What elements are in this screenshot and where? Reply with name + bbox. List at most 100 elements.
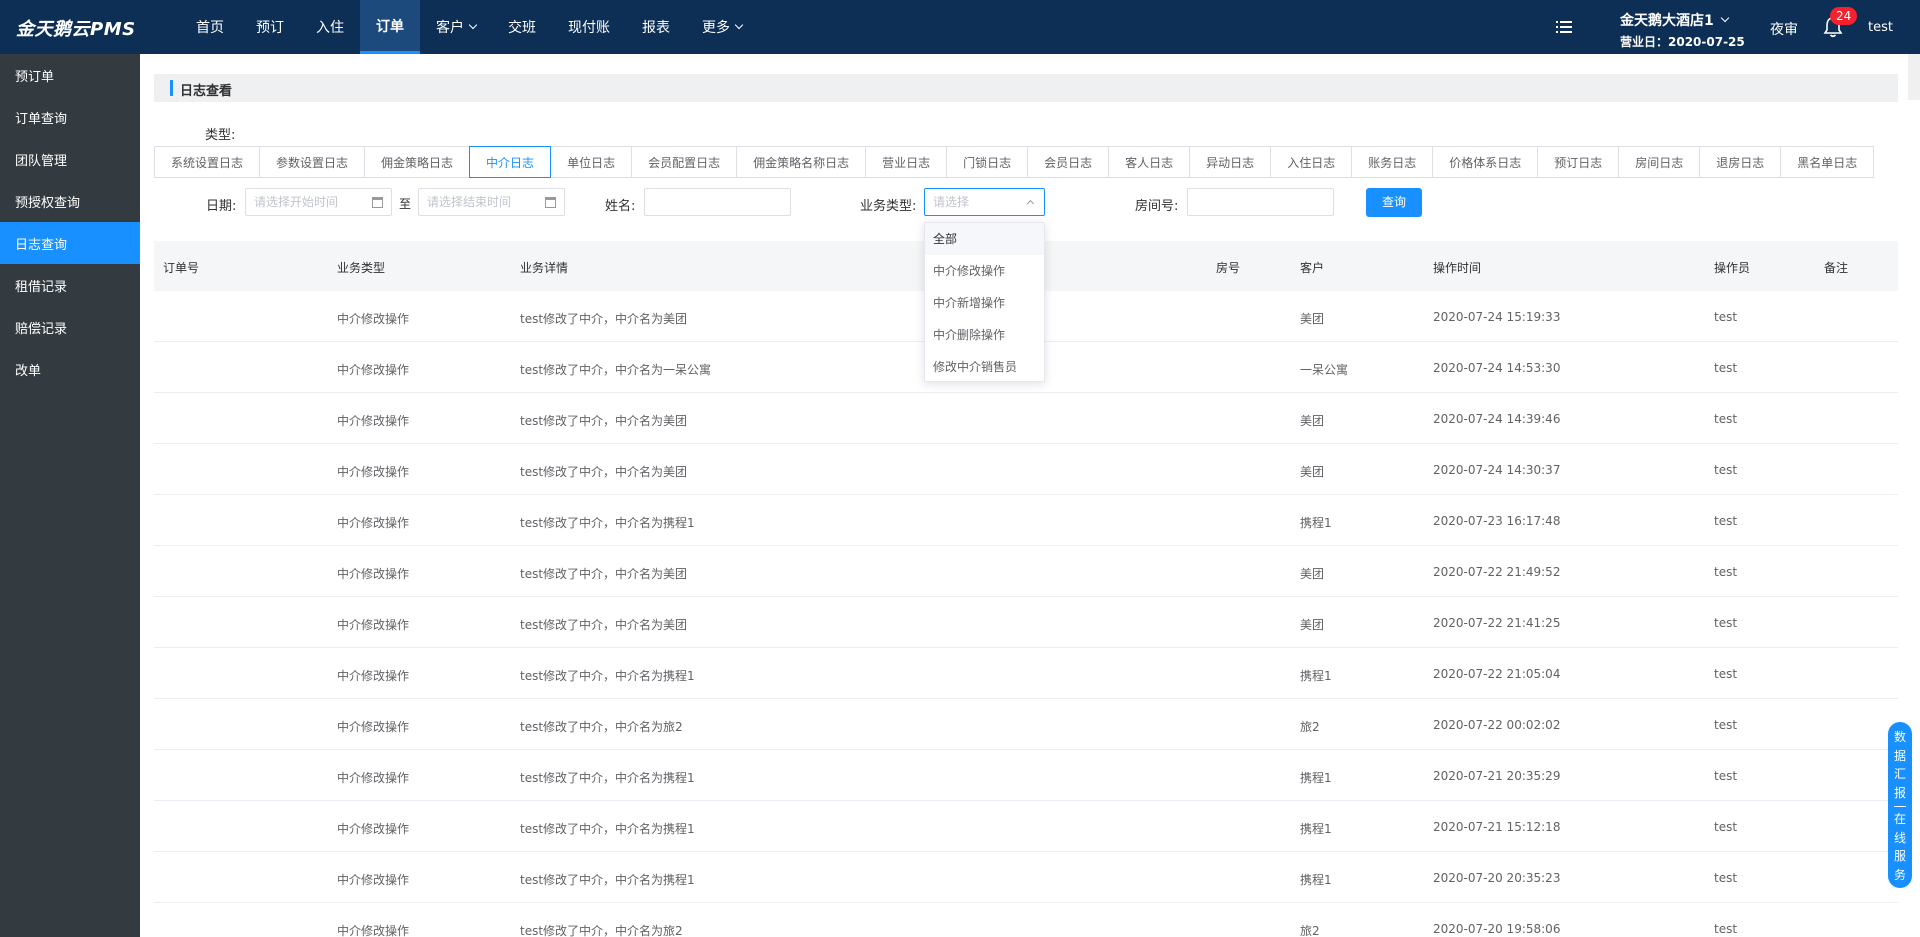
cell-customer: 美团 [1300, 414, 1325, 428]
cell-detail: test修改了中介，中介名为携程1 [520, 516, 695, 530]
log-type-tab[interactable]: 会员日志 [1027, 146, 1110, 178]
cell-time: 2020-07-20 19:58:06 [1433, 922, 1561, 936]
nav-item[interactable]: 更多 [686, 0, 758, 54]
col-order-no: 订单号 [163, 261, 200, 275]
sidebar-item[interactable]: 日志查询 [0, 222, 140, 264]
table-row[interactable]: 中介修改操作 test修改了中介，中介名为携程1 携程1 2020-07-21 20:… [154, 750, 1898, 801]
name-input[interactable] [644, 188, 791, 216]
log-type-tab[interactable]: 价格体系日志 [1432, 146, 1539, 178]
cell-time: 2020-07-24 15:19:33 [1433, 310, 1561, 324]
nav-item[interactable]: 交班 [492, 0, 552, 54]
log-type-tab[interactable]: 系统设置日志 [154, 146, 261, 178]
log-type-tab[interactable]: 预订日志 [1537, 146, 1620, 178]
log-type-tab[interactable]: 单位日志 [550, 146, 633, 178]
start-date-input[interactable]: 请选择开始时间 [245, 188, 392, 216]
name-label: 姓名: [605, 199, 636, 214]
cell-operator: test [1714, 769, 1738, 783]
sidebar-item[interactable]: 赔偿记录 [0, 306, 140, 348]
nav-item[interactable]: 客户 [420, 0, 492, 54]
nav-item-label: 更多 [702, 20, 730, 36]
table-row[interactable]: 中介修改操作 test修改了中介，中介名为携程1 携程1 2020-07-23 16:… [154, 495, 1898, 546]
dropdown-option[interactable]: 中介修改操作 [925, 255, 1044, 287]
table-row[interactable]: 中介修改操作 test修改了中介，中介名为美团 美团 2020-07-24 14:39… [154, 393, 1898, 444]
table-row[interactable]: 中介修改操作 test修改了中介，中介名为携程1 携程1 2020-07-20 20:… [154, 852, 1898, 903]
table-row[interactable]: 中介修改操作 test修改了中介，中介名为旅2 旅2 2020-07-22 00:02… [154, 699, 1898, 750]
dropdown-option[interactable]: 中介新增操作 [925, 287, 1044, 319]
nav-item-label: 客户 [436, 20, 464, 36]
cell-time: 2020-07-21 15:12:18 [1433, 820, 1561, 834]
log-type-tab[interactable]: 黑名单日志 [1780, 146, 1875, 178]
nav-item[interactable]: 入住 [300, 0, 360, 54]
biz-type-select[interactable]: 请选择 [924, 188, 1045, 216]
log-type-tab[interactable]: 参数设置日志 [259, 146, 366, 178]
nav-item[interactable]: 订单 [360, 0, 420, 54]
log-type-tab[interactable]: 客人日志 [1108, 146, 1191, 178]
nav-item-label: 报表 [642, 20, 670, 36]
cell-customer: 携程1 [1300, 873, 1332, 887]
log-type-tab[interactable]: 退房日志 [1699, 146, 1782, 178]
log-type-tab[interactable]: 中介日志 [469, 146, 552, 178]
query-button[interactable]: 查询 [1366, 188, 1422, 217]
nav-item[interactable]: 预订 [240, 0, 300, 54]
user-menu[interactable]: test [1868, 20, 1893, 35]
log-type-tab[interactable]: 异动日志 [1189, 146, 1272, 178]
col-biz-type: 业务类型 [337, 261, 386, 275]
dropdown-option[interactable]: 全部 [925, 223, 1044, 255]
cell-detail: test修改了中介，中介名为美团 [520, 465, 688, 479]
title-marker [170, 80, 173, 96]
log-type-tab[interactable]: 佣金策略名称日志 [736, 146, 867, 178]
cell-time: 2020-07-24 14:30:37 [1433, 463, 1561, 477]
end-date-input[interactable]: 请选择结束时间 [418, 188, 565, 216]
nav-item[interactable]: 现付账 [552, 0, 626, 54]
cell-time: 2020-07-22 21:05:04 [1433, 667, 1561, 681]
log-type-tab[interactable]: 佣金策略日志 [364, 146, 471, 178]
room-input[interactable] [1187, 188, 1334, 216]
list-menu-icon[interactable] [1556, 20, 1572, 34]
log-type-tab[interactable]: 账务日志 [1351, 146, 1434, 178]
cell-customer: 携程1 [1300, 669, 1332, 683]
sidebar-item[interactable]: 预授权查询 [0, 180, 140, 222]
cell-operator: test [1714, 412, 1738, 426]
app-logo[interactable]: 金天鹅云PMS [16, 15, 136, 41]
log-type-tab[interactable]: 会员配置日志 [631, 146, 738, 178]
table-row[interactable]: 中介修改操作 test修改了中介，中介名为美团 美团 2020-07-22 21:49… [154, 546, 1898, 597]
dropdown-option[interactable]: 修改中介销售员 [925, 351, 1044, 383]
notification-badge: 24 [1830, 7, 1858, 25]
page-title-bar: 日志查看 [154, 74, 1898, 102]
table-row[interactable]: 中介修改操作 test修改了中介，中介名为携程1 携程1 2020-07-22 21:… [154, 648, 1898, 699]
sidebar-item[interactable]: 订单查询 [0, 96, 140, 138]
cell-customer: 携程1 [1300, 771, 1332, 785]
nav-item[interactable]: 报表 [626, 0, 686, 54]
cell-detail: test修改了中介，中介名为美团 [520, 312, 688, 326]
sidebar-item[interactable]: 团队管理 [0, 138, 140, 180]
date-label: 日期: [206, 199, 237, 214]
table-row[interactable]: 中介修改操作 test修改了中介，中介名为携程1 携程1 2020-07-21 15:… [154, 801, 1898, 852]
scrollbar[interactable] [1908, 54, 1920, 100]
cell-detail: test修改了中介，中介名为旅2 [520, 924, 683, 937]
hotel-switcher[interactable]: 金天鹅大酒店1 营业日：2020-07-25 [1620, 10, 1745, 50]
cell-biz-type: 中介修改操作 [337, 465, 410, 479]
cell-biz-type: 中介修改操作 [337, 363, 410, 377]
log-type-tab[interactable]: 房间日志 [1618, 146, 1701, 178]
cell-operator: test [1714, 820, 1738, 834]
cell-operator: test [1714, 871, 1738, 885]
table-row[interactable]: 中介修改操作 test修改了中介，中介名为旅2 旅2 2020-07-20 19:58… [154, 903, 1898, 937]
table-row[interactable]: 中介修改操作 test修改了中介，中介名为美团 美团 2020-07-22 21:41… [154, 597, 1898, 648]
sidebar-item[interactable]: 预订单 [0, 54, 140, 96]
dropdown-option[interactable]: 中介删除操作 [925, 319, 1044, 351]
log-type-tab[interactable]: 营业日志 [865, 146, 948, 178]
sidebar-item[interactable]: 改单 [0, 348, 140, 390]
cell-biz-type: 中介修改操作 [337, 924, 410, 937]
data-report-online-service-tab[interactable]: 数据汇报在线服务 [1888, 722, 1912, 888]
cell-operator: test [1714, 310, 1738, 324]
night-audit-button[interactable]: 夜审 [1770, 19, 1798, 39]
cell-biz-type: 中介修改操作 [337, 567, 410, 581]
cell-customer: 美团 [1300, 312, 1325, 326]
log-type-tab[interactable]: 门锁日志 [946, 146, 1029, 178]
biz-type-placeholder: 请选择 [933, 195, 970, 209]
nav-item[interactable]: 首页 [180, 0, 240, 54]
table-row[interactable]: 中介修改操作 test修改了中介，中介名为美团 美团 2020-07-24 14:30… [154, 444, 1898, 495]
cell-biz-type: 中介修改操作 [337, 516, 410, 530]
log-type-tab[interactable]: 入住日志 [1270, 146, 1353, 178]
sidebar-item[interactable]: 租借记录 [0, 264, 140, 306]
